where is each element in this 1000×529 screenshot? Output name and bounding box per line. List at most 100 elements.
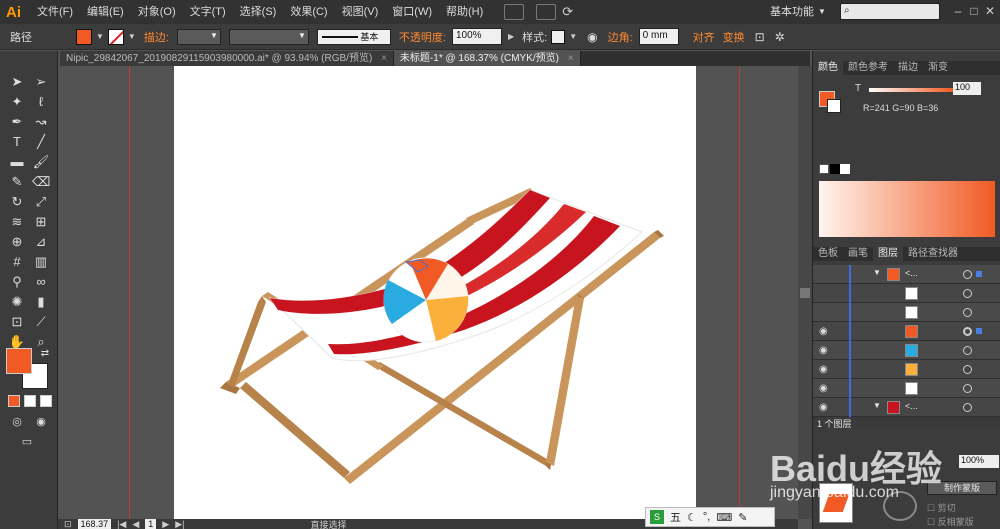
close-icon[interactable]: × — [568, 53, 574, 64]
pen-tool-icon[interactable]: ✒ — [8, 113, 26, 131]
search-input[interactable]: ⌕ — [840, 3, 940, 20]
artboard[interactable] — [174, 66, 696, 519]
last-page-icon[interactable]: ▶| — [175, 519, 184, 529]
layer-row[interactable] — [813, 303, 1000, 322]
tab-document-2[interactable]: 未标题-1* @ 168.37% (CMYK/预览) × — [393, 51, 581, 66]
transparency-opacity-field[interactable]: 100% — [959, 455, 999, 468]
free-transform-icon[interactable]: ⊞ — [32, 213, 50, 231]
eraser-icon[interactable]: ⌫ — [32, 173, 50, 191]
keyboard-icon[interactable]: ⌨ — [716, 511, 732, 524]
mesh-icon[interactable]: # — [8, 253, 26, 271]
blend-icon[interactable]: ∞ — [32, 273, 50, 291]
type-tool-icon[interactable]: T — [8, 133, 26, 151]
draw-mode-icon[interactable]: ◎ — [8, 413, 26, 431]
minimize-button[interactable]: – — [950, 3, 966, 19]
tab-pathfinder[interactable]: 路径查找器 — [903, 247, 963, 261]
tab-gradient[interactable]: 渐变 — [923, 61, 953, 75]
menu-object[interactable]: 对象(O) — [131, 0, 183, 24]
transform-link[interactable]: 变换 — [719, 29, 749, 45]
bridge-icon[interactable] — [504, 4, 525, 20]
tint-slider[interactable] — [869, 88, 953, 92]
tab-swatches[interactable]: 色板 — [813, 247, 843, 261]
brush-definition-dropdown[interactable]: 基本 — [316, 28, 391, 45]
graphic-style-swatch[interactable] — [551, 29, 566, 44]
recolor-icon[interactable]: ◉ — [587, 30, 597, 44]
eyedropper-icon[interactable]: ⚲ — [8, 273, 26, 291]
gradient-icon[interactable]: ▥ — [32, 253, 50, 271]
opacity-field[interactable]: 100% — [451, 28, 502, 45]
chevron-down-icon[interactable]: ▼ — [569, 32, 577, 41]
sync-icon[interactable]: ⟳ — [562, 4, 573, 20]
symbol-sprayer-icon[interactable]: ✺ — [8, 293, 26, 311]
color-mode-icon[interactable] — [8, 395, 20, 407]
gear-icon[interactable]: ✲ — [775, 30, 785, 44]
warp-icon[interactable]: ≋ — [8, 213, 26, 231]
none-mode-icon[interactable] — [40, 395, 52, 407]
gradient-mode-icon[interactable] — [24, 395, 36, 407]
none-swatch[interactable] — [819, 164, 829, 174]
prev-page-icon[interactable]: ◀ — [132, 519, 139, 529]
tab-document-1[interactable]: Nipic_29842067_20190829115903980000.ai* … — [60, 51, 394, 66]
layer-row[interactable]: ◉ — [813, 322, 1000, 341]
line-tool-icon[interactable]: ╱ — [32, 133, 50, 151]
direct-selection-tool-icon[interactable]: ➢ — [32, 73, 50, 91]
pencil-icon[interactable]: ✎ — [8, 173, 26, 191]
draw-inside-icon[interactable]: ◉ — [32, 413, 50, 431]
scale-icon[interactable]: ⤢ — [32, 193, 50, 211]
slice-tool-icon[interactable]: ⟋ — [32, 313, 50, 331]
chevron-right-icon[interactable]: ▶ — [508, 32, 514, 41]
menu-edit[interactable]: 编辑(E) — [80, 0, 131, 24]
ime-mode-label[interactable]: 五 — [670, 509, 681, 525]
moon-icon[interactable]: ☾ — [687, 511, 697, 524]
selection-tool-icon[interactable]: ➤ — [8, 73, 26, 91]
tab-brushes[interactable]: 画笔 — [843, 247, 873, 261]
menu-effect[interactable]: 效果(C) — [283, 0, 334, 24]
fill-swatch[interactable] — [6, 348, 32, 374]
magic-wand-icon[interactable]: ✦ — [8, 93, 26, 111]
layer-row[interactable] — [813, 284, 1000, 303]
punctuation-icon[interactable]: °, — [703, 511, 710, 523]
shape-builder-icon[interactable]: ⊕ — [8, 233, 26, 251]
corner-radius-field[interactable]: 0 mm — [638, 28, 679, 45]
paintbrush-icon[interactable]: 🖌 — [32, 153, 50, 171]
tab-color[interactable]: 颜色 — [813, 61, 843, 75]
layer-row[interactable]: ▼ <... — [813, 265, 1000, 284]
invert-mask-checkbox[interactable]: ☐ 反相蒙版 — [927, 515, 974, 528]
first-page-icon[interactable]: |◀ — [117, 519, 126, 529]
artboard-tool-icon[interactable]: ⊡ — [8, 313, 26, 331]
scroll-thumb[interactable] — [800, 288, 810, 298]
maximize-button[interactable]: □ — [966, 3, 982, 19]
artboard-nav-icon[interactable]: ⊡ — [64, 519, 72, 529]
clip-checkbox[interactable]: ☐ 剪切 — [927, 501, 956, 514]
rectangle-tool-icon[interactable]: ▬ — [8, 153, 26, 171]
tint-field[interactable]: 100 — [953, 82, 981, 95]
fill-color-button[interactable] — [76, 28, 92, 45]
menu-file[interactable]: 文件(F) — [30, 0, 80, 24]
panel-stroke-swatch[interactable] — [827, 99, 841, 113]
stroke-label[interactable]: 描边: — [140, 29, 173, 45]
opacity-label[interactable]: 不透明度: — [395, 29, 450, 45]
stroke-weight-dropdown[interactable]: ▼ — [176, 28, 221, 45]
menu-type[interactable]: 文字(T) — [183, 0, 233, 24]
white-swatch[interactable] — [840, 164, 850, 174]
corner-label[interactable]: 边角: — [604, 29, 637, 45]
next-page-icon[interactable]: ▶ — [162, 519, 169, 529]
stroke-color-button[interactable] — [107, 28, 124, 45]
swap-colors-icon[interactable]: ⇄ — [36, 345, 54, 363]
close-button[interactable]: ✕ — [982, 3, 998, 19]
layer-row[interactable]: ◉ — [813, 379, 1000, 398]
close-icon[interactable]: × — [381, 53, 387, 64]
canvas[interactable] — [58, 66, 798, 519]
rotate-icon[interactable]: ↻ — [8, 193, 26, 211]
screen-mode-icon[interactable]: ▭ — [18, 433, 36, 451]
menu-view[interactable]: 视图(V) — [335, 0, 386, 24]
ime-toolbar[interactable]: S 五 ☾ °, ⌨ ✎ — [645, 507, 775, 527]
column-graph-icon[interactable]: ▮ — [32, 293, 50, 311]
page-field[interactable]: 1 — [145, 519, 157, 529]
wrench-icon[interactable]: ✎ — [738, 511, 747, 524]
align-link[interactable]: 对齐 — [689, 29, 719, 45]
color-spectrum[interactable] — [819, 181, 995, 237]
lasso-icon[interactable]: ℓ — [32, 93, 50, 111]
curvature-tool-icon[interactable]: ↝ — [32, 113, 50, 131]
black-swatch[interactable] — [830, 164, 840, 174]
